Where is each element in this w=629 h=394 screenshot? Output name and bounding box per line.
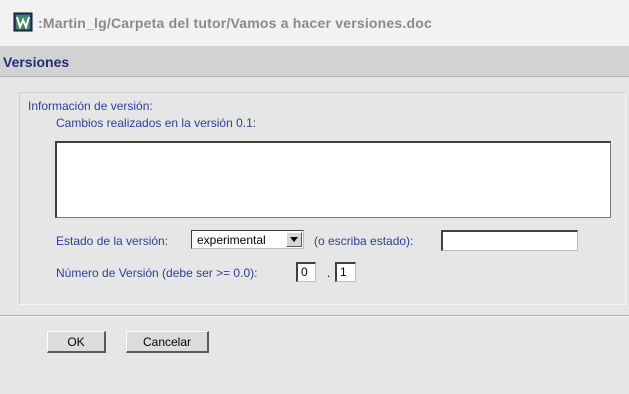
dropdown-arrow-button[interactable] [286, 232, 302, 247]
ok-button[interactable]: OK [47, 331, 106, 353]
word-document-icon [13, 12, 33, 32]
version-info-label: Información de versión: [28, 99, 153, 113]
page-title: Versiones [3, 54, 70, 70]
version-number-label: Número de Versión (debe ser >= 0.0): [56, 266, 258, 280]
changes-textarea[interactable] [55, 141, 611, 218]
state-alt-label: (o escriba estado): [314, 234, 414, 248]
version-minor-input[interactable]: 1 [335, 262, 356, 282]
cancel-button[interactable]: Cancelar [126, 331, 209, 353]
version-dot: . [327, 266, 331, 280]
version-major-input[interactable]: 0 [296, 262, 316, 282]
header-band: Versiones [0, 46, 629, 77]
chevron-down-icon [290, 237, 298, 242]
changes-label: Cambios realizados en la versión 0.1: [56, 116, 257, 130]
state-select-value: experimental [197, 233, 266, 247]
state-label: Estado de la versión: [56, 234, 169, 248]
state-select[interactable]: experimental [191, 230, 304, 249]
title-bar: :Martin_lg/Carpeta del tutor/Vamos a hac… [0, 0, 629, 46]
dialog-content: Información de versión: Cambios realizad… [0, 77, 629, 394]
divider [0, 315, 629, 317]
state-alt-input[interactable] [441, 230, 578, 251]
window-title: :Martin_lg/Carpeta del tutor/Vamos a hac… [38, 15, 432, 31]
